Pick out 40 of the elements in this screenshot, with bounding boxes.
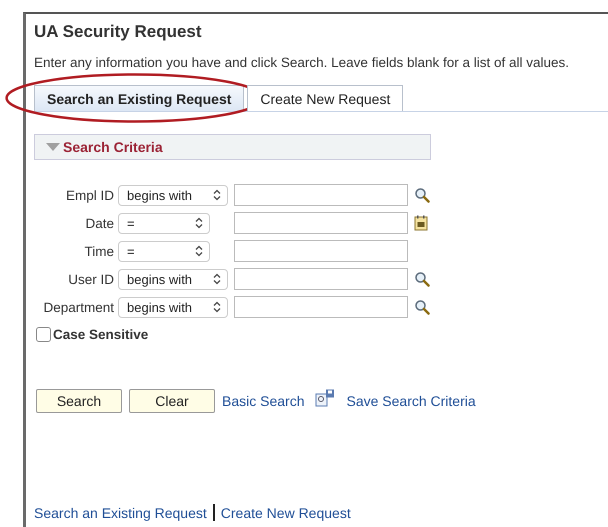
collapse-triangle-icon[interactable]: [45, 142, 61, 152]
stepper-icon: [213, 189, 221, 201]
field-label: Time: [84, 244, 114, 258]
field-label: Empl ID: [64, 188, 114, 202]
search-icon[interactable]: [414, 187, 430, 203]
section-title: Search Criteria: [63, 139, 163, 155]
calendar-icon[interactable]: [414, 215, 428, 231]
field-label: User ID: [67, 272, 114, 286]
search-icon[interactable]: [414, 299, 430, 315]
basic-search-link[interactable]: Basic Search: [222, 393, 304, 409]
page-title: UA Security Request: [34, 22, 203, 42]
operator-select[interactable]: begins with: [118, 184, 228, 206]
stepper-icon: [213, 273, 221, 285]
section-header[interactable]: Search Criteria: [34, 134, 431, 160]
search-icon[interactable]: [414, 271, 430, 287]
instructions-text: Enter any information you have and click Search. Leave fields blank for a list of all values.: [34, 55, 570, 70]
clear-button[interactable]: Clear: [129, 389, 215, 413]
stepper-icon: [195, 217, 203, 229]
tab[interactable]: Create New Request: [247, 85, 404, 111]
input-field[interactable]: [234, 184, 408, 206]
input-field[interactable]: [234, 296, 408, 318]
checkbox[interactable]: [36, 327, 51, 342]
checkbox-label: Case Sensitive: [53, 327, 148, 342]
stepper-icon: [195, 245, 203, 257]
operator-select[interactable]: begins with: [118, 268, 228, 290]
field-label: Date: [84, 216, 114, 230]
operator-select[interactable]: begins with: [118, 296, 228, 318]
operator-select[interactable]: =: [118, 212, 210, 234]
footer-link[interactable]: Search an Existing Request: [34, 504, 207, 520]
search-button[interactable]: Search: [36, 389, 122, 413]
tab[interactable]: Search an Existing Request: [34, 85, 244, 111]
save-search-icon[interactable]: [315, 389, 336, 407]
footer-link[interactable]: Create New Request: [220, 504, 351, 520]
operator-select[interactable]: =: [118, 240, 210, 262]
field-label: Department: [42, 300, 114, 314]
save-criteria-link[interactable]: Save Search Criteria: [346, 393, 476, 409]
input-field[interactable]: [234, 212, 408, 234]
input-field[interactable]: [234, 268, 408, 290]
input-field[interactable]: [234, 240, 408, 262]
stepper-icon: [213, 301, 221, 313]
